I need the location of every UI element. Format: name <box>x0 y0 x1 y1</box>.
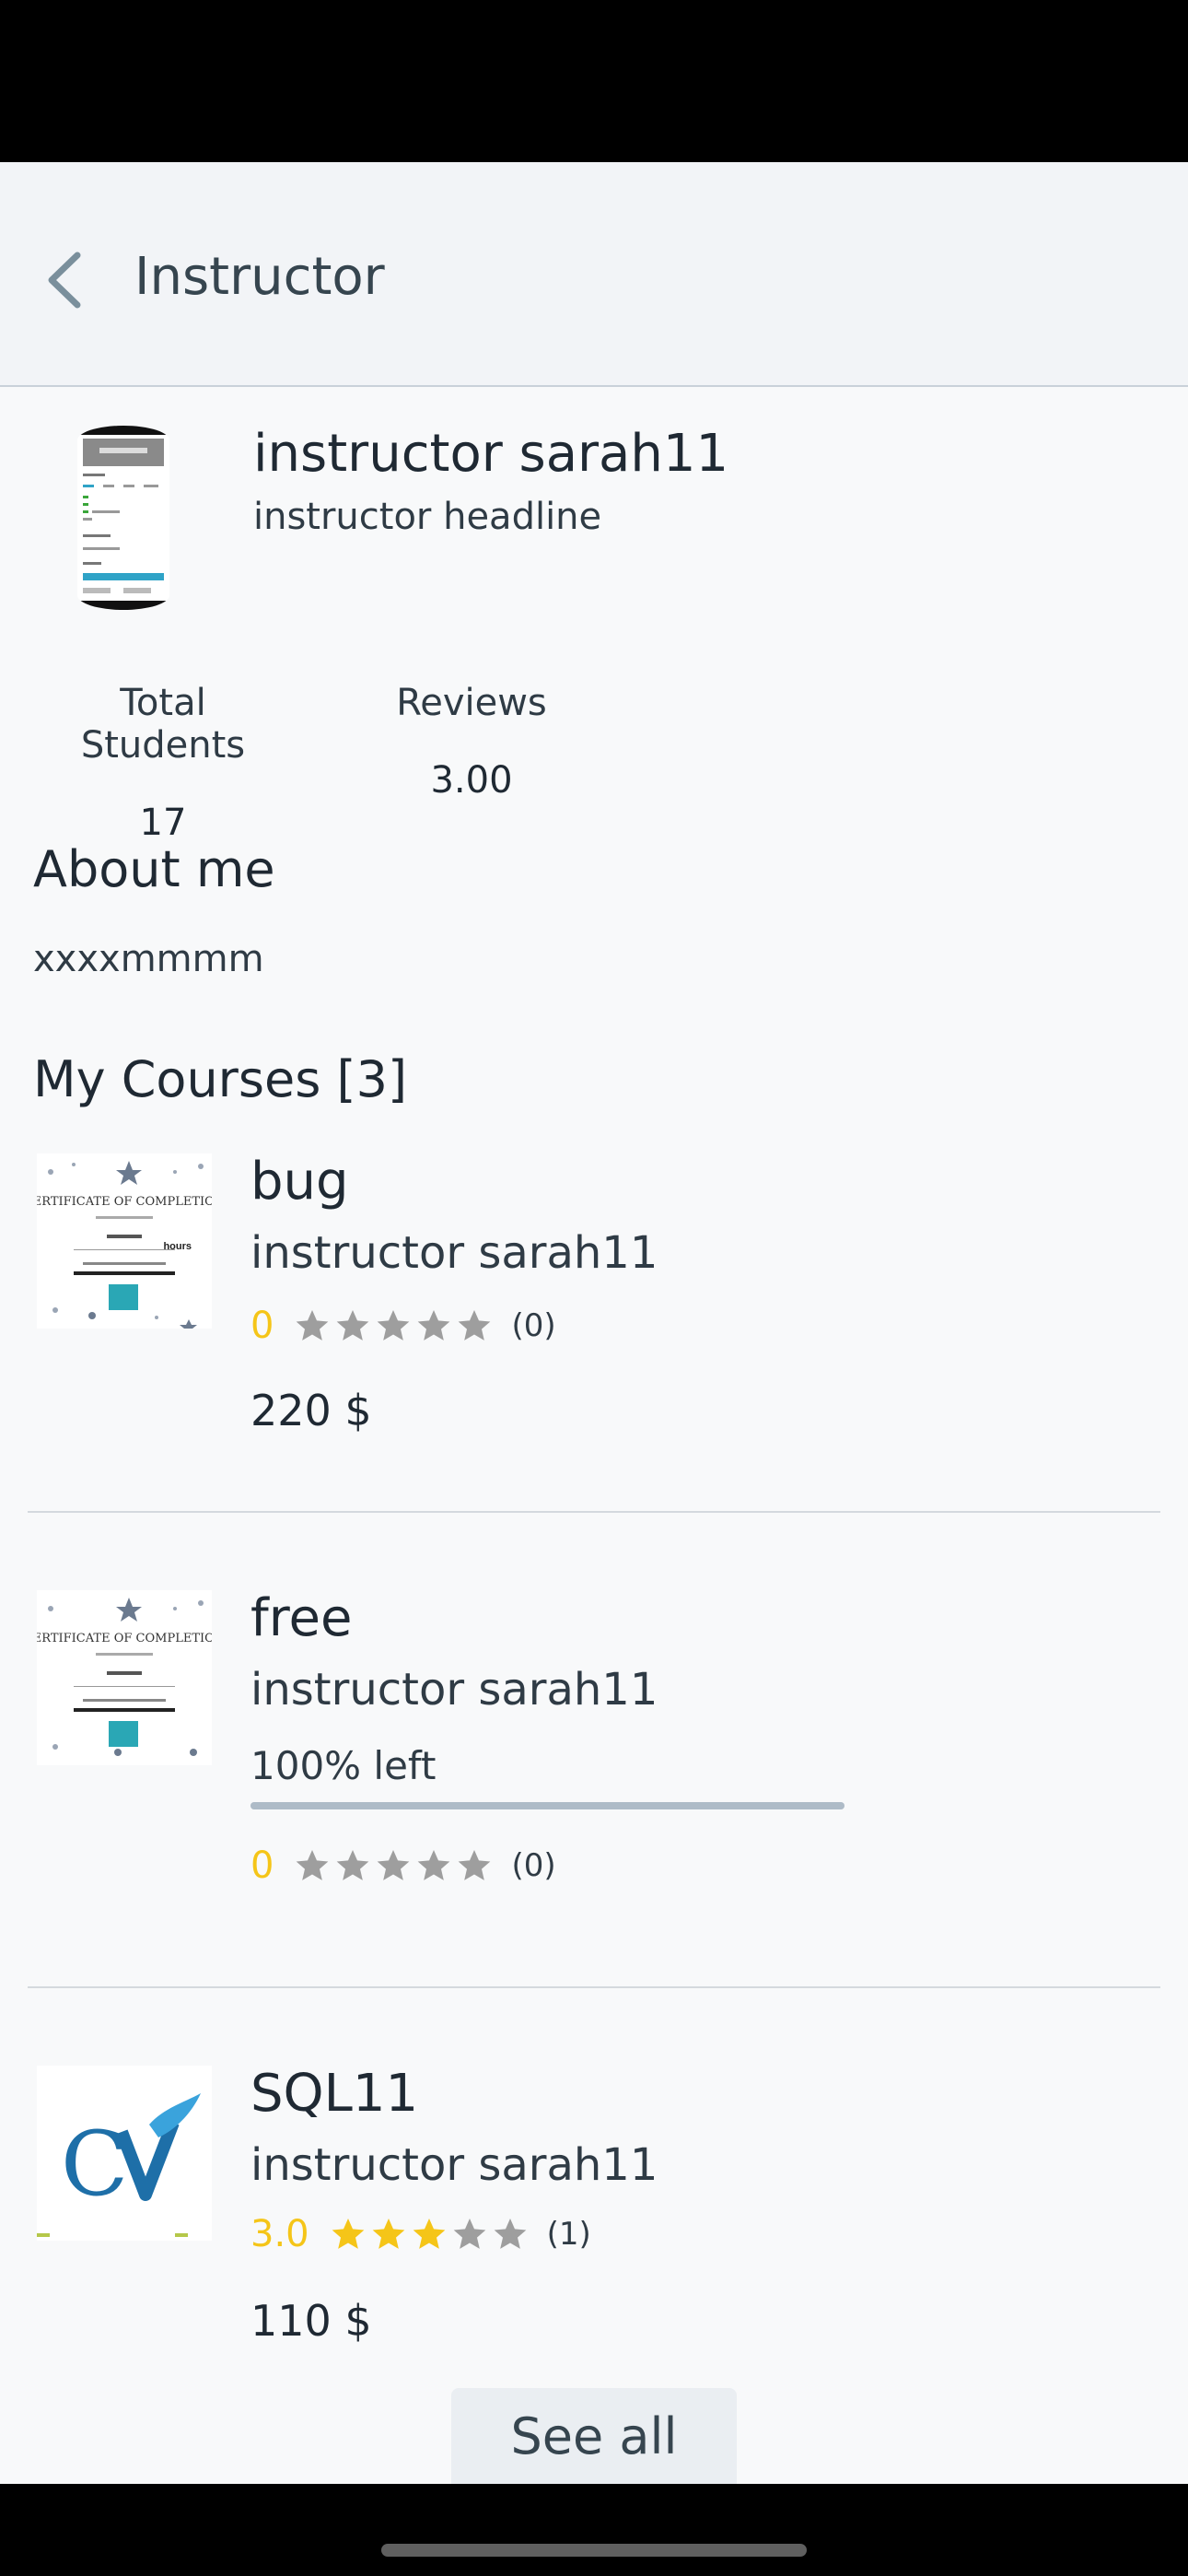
instructor-headline: instructor headline <box>253 496 602 538</box>
chevron-left-icon <box>48 252 81 309</box>
course-author: instructor sarah11 <box>250 2139 658 2191</box>
course-title: free <box>250 1588 353 1648</box>
system-nav-bar <box>0 2484 1188 2576</box>
stat-value: 3.00 <box>430 759 513 802</box>
star-icon <box>297 1310 329 1341</box>
star-icon <box>372 2219 404 2249</box>
stat-reviews: Reviews 3.00 <box>396 682 547 802</box>
course-item[interactable]: CERTIFICATE OF COMPLETION free instructo… <box>0 1588 1188 1977</box>
course-thumbnail: C <box>37 2066 212 2241</box>
star-icon <box>378 1310 410 1341</box>
back-button[interactable] <box>33 245 94 315</box>
course-thumbnail: CERTIFICATE OF COMPLETION <box>37 1590 212 1765</box>
course-author: instructor sarah11 <box>250 1227 658 1279</box>
app-bar: Instructor <box>0 162 1188 387</box>
avatar-screenshot-image <box>77 426 169 610</box>
svg-text:C: C <box>61 2113 128 2216</box>
course-author: instructor sarah11 <box>250 1664 658 1715</box>
avatar <box>77 426 169 610</box>
course-item[interactable]: CERTIFICATE OF COMPLETION hours bug inst… <box>0 1152 1188 1522</box>
courses-heading: My Courses [3] <box>33 1050 408 1108</box>
rating-count: (1) <box>546 2216 591 2253</box>
certificate-hours: hours <box>163 1241 192 1252</box>
page-title: Instructor <box>134 247 385 307</box>
instructor-name: instructor sarah11 <box>253 424 729 484</box>
divider <box>28 1511 1160 1513</box>
status-bar <box>0 0 1188 162</box>
star-icon <box>418 1310 450 1341</box>
home-indicator[interactable] <box>381 2544 807 2557</box>
about-heading: About me <box>33 840 275 898</box>
star-icon <box>459 1310 491 1341</box>
star-icon <box>378 1850 410 1880</box>
rating-count: (0) <box>511 1307 556 1344</box>
rating-stars <box>294 1847 493 1884</box>
stat-value: 17 <box>139 802 187 844</box>
star-icon <box>418 1850 450 1880</box>
course-rating: 3.0 (1) <box>250 2211 591 2257</box>
see-all-button[interactable]: See all <box>451 2388 737 2484</box>
star-icon <box>332 2219 364 2249</box>
instructor-content[interactable]: instructor sarah11 instructor headline T… <box>0 387 1188 2484</box>
rating-count: (0) <box>511 1847 556 1884</box>
course-rating: 0 (0) <box>250 1303 556 1349</box>
certificate-title: CERTIFICATE OF COMPLETION <box>37 1632 212 1645</box>
progress-fill <box>250 1802 844 1809</box>
course-title: bug <box>250 1152 349 1212</box>
certificate-title: CERTIFICATE OF COMPLETION <box>37 1195 212 1209</box>
stat-label: Total Students <box>80 682 246 767</box>
course-title: SQL11 <box>250 2064 419 2124</box>
rating-stars <box>330 2216 529 2253</box>
course-progress-text: 100% left <box>250 1743 437 1788</box>
rating-value: 0 <box>250 1844 274 1887</box>
course-price: 220 $ <box>250 1386 372 1435</box>
rating-value: 3.0 <box>250 2213 309 2255</box>
star-icon <box>297 1850 329 1880</box>
certificate-image: CERTIFICATE OF COMPLETION hours <box>37 1153 212 1329</box>
stat-label: Reviews <box>396 682 547 724</box>
star-icon <box>494 2219 526 2249</box>
course-progress-bar <box>250 1802 844 1809</box>
about-text: xxxxmmmm <box>33 938 264 980</box>
course-item[interactable]: C SQL11 instructor sarah11 3.0 (1) 110 $ <box>0 2064 1188 2397</box>
course-thumbnail: CERTIFICATE OF COMPLETION hours <box>37 1153 212 1329</box>
divider <box>28 1986 1160 1988</box>
cv-logo-image: C <box>37 2066 212 2241</box>
star-icon <box>337 1310 369 1341</box>
course-rating: 0 (0) <box>250 1843 556 1889</box>
star-icon <box>337 1850 369 1880</box>
rating-stars <box>294 1307 493 1344</box>
course-price: 110 $ <box>250 2296 372 2346</box>
stat-total-students: Total Students 17 <box>33 682 293 844</box>
certificate-image: CERTIFICATE OF COMPLETION <box>37 1590 212 1765</box>
rating-value: 0 <box>250 1305 274 1347</box>
star-icon <box>453 2219 485 2249</box>
star-icon <box>459 1850 491 1880</box>
star-icon <box>413 2219 445 2249</box>
